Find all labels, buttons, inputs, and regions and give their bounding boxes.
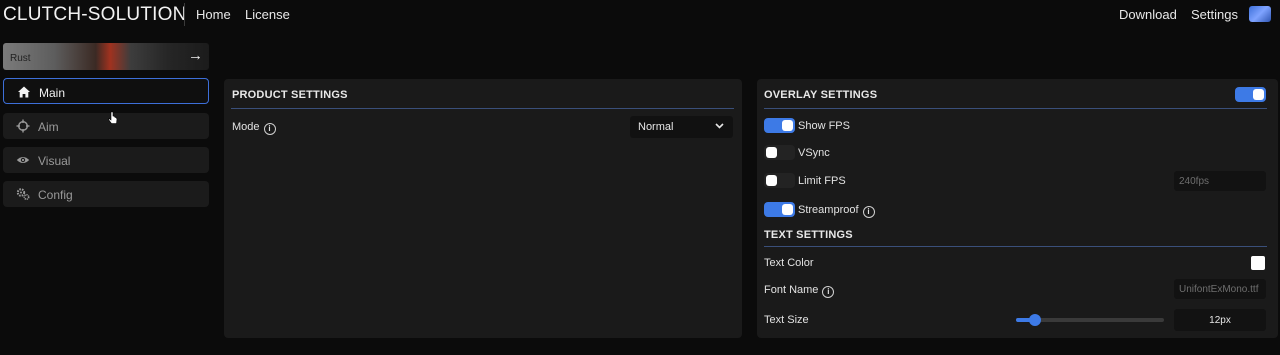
mode-label: Mode xyxy=(232,121,260,133)
streamproof-label: Streamproof xyxy=(798,204,859,216)
product-settings-divider xyxy=(231,108,734,109)
text-size-slider[interactable] xyxy=(1016,314,1164,326)
sidebar-item-config[interactable]: Config xyxy=(3,181,209,207)
chevron-down-icon xyxy=(715,123,724,129)
eye-icon xyxy=(16,157,30,163)
info-icon[interactable]: i xyxy=(263,123,276,135)
nav-settings-link[interactable]: Settings xyxy=(1191,7,1238,22)
overlay-settings-title: OVERLAY SETTINGS xyxy=(764,89,878,101)
sidebar-item-label: Config xyxy=(38,188,73,202)
text-settings-divider xyxy=(764,246,1267,247)
font-name-label: Font Name xyxy=(764,284,819,296)
sidebar-item-main[interactable]: Main xyxy=(3,78,209,104)
streamproof-toggle[interactable] xyxy=(764,202,795,217)
sidebar-item-aim[interactable]: Aim xyxy=(3,113,209,139)
nav-home-link[interactable]: Home xyxy=(196,7,231,22)
product-settings-title: PRODUCT SETTINGS xyxy=(232,89,348,101)
text-size-label: Text Size xyxy=(764,314,809,326)
top-bar: CLUTCH-SOLUTION Home License Download Se… xyxy=(0,0,1280,30)
text-color-label: Text Color xyxy=(764,257,814,269)
streamproof-label-row: Streamproof i xyxy=(798,204,875,218)
avatar[interactable] xyxy=(1249,6,1271,22)
text-size-input[interactable]: 12px xyxy=(1174,309,1266,331)
nav-license-link[interactable]: License xyxy=(245,7,290,22)
vsync-toggle[interactable] xyxy=(764,145,795,160)
font-name-value: UnifontExMono.ttf xyxy=(1179,284,1259,295)
sidebar-item-label: Aim xyxy=(38,120,59,134)
vsync-label: VSync xyxy=(798,147,830,159)
limit-fps-value: 240fps xyxy=(1179,176,1210,187)
sidebar-item-label: Visual xyxy=(38,154,71,168)
home-icon xyxy=(18,86,30,98)
gears-icon xyxy=(16,188,30,201)
mode-select-value: Normal xyxy=(638,121,674,133)
mode-label-row: Mode i xyxy=(232,121,276,135)
text-settings-title: TEXT SETTINGS xyxy=(764,229,853,241)
info-icon[interactable]: i xyxy=(862,206,875,218)
mode-select[interactable]: Normal xyxy=(630,116,733,138)
game-selector-card[interactable]: Rust → xyxy=(3,43,209,70)
show-fps-label: Show FPS xyxy=(798,120,850,132)
text-color-swatch[interactable] xyxy=(1251,256,1265,270)
text-size-value: 12px xyxy=(1209,315,1231,326)
sidebar-item-label: Main xyxy=(39,86,66,100)
font-name-input[interactable]: UnifontExMono.ttf xyxy=(1174,279,1266,299)
sidebar-item-visual[interactable]: Visual xyxy=(3,147,209,173)
font-name-label-row: Font Name i xyxy=(764,284,835,298)
show-fps-toggle[interactable] xyxy=(764,118,795,133)
mouse-cursor-icon xyxy=(108,111,118,124)
limit-fps-toggle[interactable] xyxy=(764,173,795,188)
crosshair-icon xyxy=(16,119,30,133)
limit-fps-label: Limit FPS xyxy=(798,175,846,187)
overlay-settings-divider xyxy=(764,108,1267,109)
arrow-right-icon[interactable]: → xyxy=(188,47,203,64)
nav-download-link[interactable]: Download xyxy=(1119,7,1177,22)
game-label: Rust xyxy=(10,53,31,64)
brand-divider xyxy=(184,3,185,26)
brand-title: CLUTCH-SOLUTION xyxy=(3,4,187,25)
info-icon[interactable]: i xyxy=(822,286,835,298)
overlay-enabled-toggle[interactable] xyxy=(1235,87,1266,102)
limit-fps-input[interactable]: 240fps xyxy=(1174,171,1266,191)
